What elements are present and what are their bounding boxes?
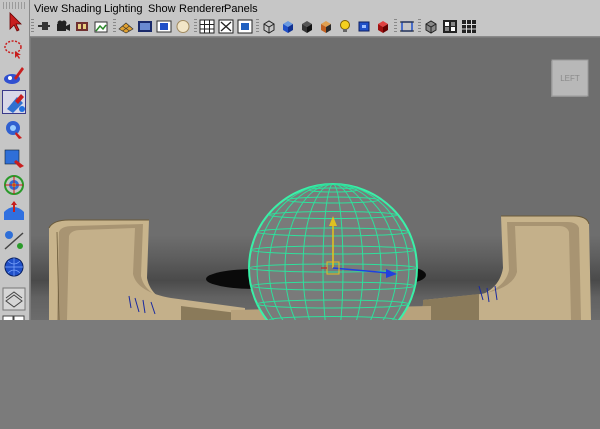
camera-icon	[57, 20, 70, 31]
grid-button[interactable]	[118, 19, 134, 34]
soft-mod-icon	[4, 201, 24, 220]
wireframe-cube-icon	[263, 20, 275, 34]
move-tool-button[interactable]	[2, 90, 26, 114]
textured-button[interactable]	[318, 19, 334, 34]
view-cube-label: LEFT	[560, 74, 580, 83]
gate-mask-button[interactable]	[175, 19, 191, 34]
rotate-tool-icon	[6, 121, 22, 139]
isolate-select-button[interactable]	[399, 19, 415, 34]
lasso-tool-button[interactable]	[2, 37, 26, 61]
show-manipulator-button[interactable]	[2, 228, 26, 252]
safe-action-button[interactable]	[218, 19, 234, 34]
camera-select-icon	[38, 22, 50, 30]
toolbar-separator	[394, 19, 397, 34]
flat-shade-button[interactable]	[299, 19, 315, 34]
layout-single-icon	[2, 287, 26, 311]
view-cube[interactable]: LEFT	[550, 59, 590, 99]
menu-lighting[interactable]: Lighting	[104, 3, 143, 15]
lasso-icon	[4, 40, 22, 59]
film-gate-button[interactable]	[137, 19, 153, 34]
resolution-gate-icon	[156, 20, 172, 33]
textured-cube-icon	[321, 21, 331, 33]
universal-manipulator-button[interactable]	[2, 173, 26, 197]
xray-button[interactable]	[423, 19, 439, 34]
toolbar-separator	[31, 19, 34, 34]
ambient-occlusion-button[interactable]	[375, 19, 391, 34]
red-cube-icon	[378, 21, 388, 33]
arrow-select-icon	[9, 12, 22, 32]
select-tool-button[interactable]	[2, 10, 26, 34]
half-pipe-right	[419, 215, 591, 320]
universal-manipulator-icon	[4, 175, 24, 195]
isolate-icon	[400, 21, 414, 32]
sphere-object-icon	[4, 257, 24, 277]
paint-brush-icon	[4, 67, 24, 84]
lower-panel-area	[0, 320, 600, 429]
menu-renderer[interactable]: Renderer	[179, 3, 225, 15]
image-plane-icon	[94, 21, 108, 33]
grid-chart-icon	[199, 19, 215, 34]
field-chart-button[interactable]	[199, 19, 215, 34]
toolbox	[0, 0, 30, 337]
menu-view[interactable]: View	[34, 3, 58, 15]
lights-button[interactable]	[337, 19, 353, 34]
scale-tool-button[interactable]	[2, 146, 26, 170]
xray-components-button[interactable]	[461, 19, 477, 34]
toolbar-separator	[194, 19, 197, 34]
shadows-button[interactable]	[356, 19, 372, 34]
toolbar-separator	[113, 19, 116, 34]
safe-title-button[interactable]	[237, 19, 253, 34]
safe-action-icon	[218, 19, 234, 34]
shaded-cube-icon	[283, 21, 293, 33]
half-pipe-left	[48, 219, 245, 320]
image-plane-button[interactable]	[93, 19, 109, 34]
safe-title-icon	[237, 19, 253, 34]
menu-panels[interactable]: Panels	[224, 3, 258, 15]
viewport-menubar: View Shading Lighting Show Renderer Pane…	[30, 0, 600, 17]
xray-joints-button[interactable]	[442, 19, 458, 34]
menu-show[interactable]: Show	[148, 3, 176, 15]
soft-modification-button[interactable]	[2, 200, 26, 224]
film-gate-icon	[138, 21, 152, 32]
wireframe-button[interactable]	[261, 19, 277, 34]
scene-render	[48, 183, 591, 320]
xray-cube-icon	[425, 20, 437, 34]
toolbox-grip[interactable]	[3, 2, 26, 9]
dark-cube-icon	[302, 21, 312, 33]
paint-select-tool-button[interactable]	[2, 63, 26, 87]
light-bulb-icon	[340, 20, 350, 32]
toolbar-separator	[418, 19, 421, 34]
bookmark-button[interactable]	[74, 19, 90, 34]
perspective-viewport[interactable]: LEFT	[31, 38, 600, 320]
show-manipulator-icon	[4, 231, 24, 250]
last-tool-used-button[interactable]	[2, 255, 26, 279]
checker-icon	[443, 20, 457, 33]
circle-mask-icon	[176, 20, 190, 33]
scale-tool-icon	[4, 149, 24, 168]
single-perspective-layout-button[interactable]	[2, 287, 26, 311]
move-tool-icon	[7, 94, 25, 113]
resolution-gate-button[interactable]	[156, 19, 172, 34]
grid-xray-icon	[462, 20, 476, 33]
menu-shading[interactable]: Shading	[61, 3, 101, 15]
grid-icon	[118, 22, 134, 34]
panel-toolbar	[30, 17, 600, 37]
film-icon	[76, 22, 88, 31]
camera-attributes-button[interactable]	[55, 19, 71, 34]
shadow-cube-icon	[358, 21, 370, 32]
smooth-shade-button[interactable]	[280, 19, 296, 34]
select-camera-button[interactable]	[36, 19, 52, 34]
rotate-tool-button[interactable]	[2, 118, 26, 142]
toolbar-separator	[256, 19, 259, 34]
